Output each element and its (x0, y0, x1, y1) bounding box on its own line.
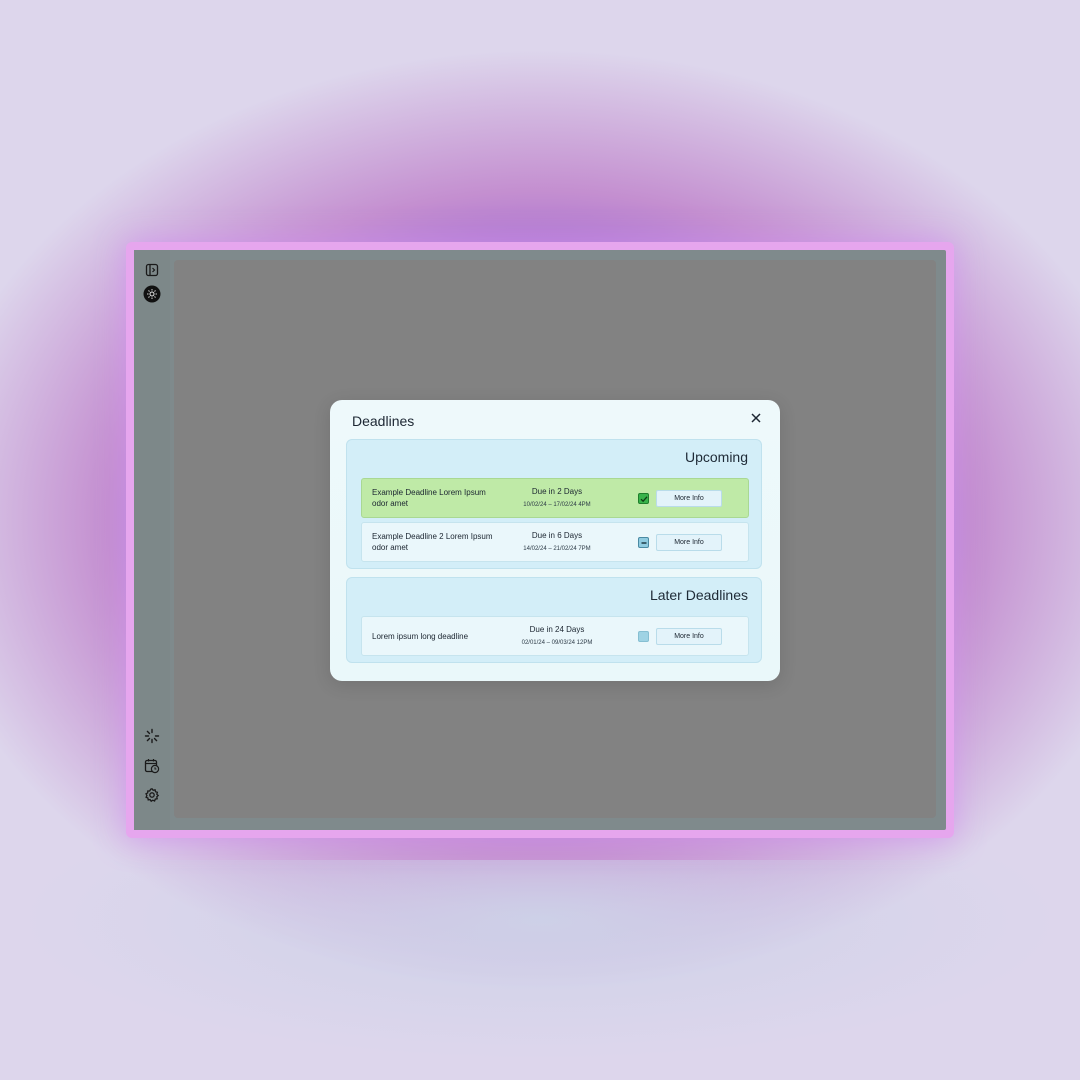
sun-icon[interactable] (143, 285, 161, 303)
more-info-button[interactable]: More Info (656, 534, 722, 551)
deadline-checkbox[interactable] (638, 631, 649, 642)
deadline-due: Due in 2 Days (531, 487, 583, 496)
section-title-later: Later Deadlines (649, 587, 748, 603)
more-info-button[interactable]: More Info (656, 628, 722, 645)
deadline-date-range: 02/01/24 – 09/03/24 12PM (521, 640, 593, 646)
modal-title: Deadlines (352, 413, 415, 429)
deadline-due: Due in 24 Days (529, 625, 585, 634)
deadline-row: Example Deadline Lorem Ipsum odor amet D… (361, 478, 749, 518)
close-icon (751, 413, 761, 423)
background-glow (0, 860, 1080, 1080)
check-icon (640, 495, 647, 502)
deadline-row: Lorem ipsum long deadline Due in 24 Days… (361, 616, 749, 656)
deadline-name: Example Deadline 2 Lorem Ipsum odor amet (372, 532, 493, 552)
calendar-clock-icon[interactable] (143, 757, 161, 775)
upcoming-section: Upcoming Example Deadline Lorem Ipsum od… (346, 439, 762, 569)
deadline-date-range: 14/02/24 – 21/02/24 7PM (523, 546, 591, 552)
gear-icon[interactable] (143, 786, 161, 804)
deadline-checkbox[interactable] (638, 493, 649, 504)
deadline-checkbox[interactable] (638, 537, 649, 548)
deadline-due: Due in 6 Days (531, 531, 583, 540)
deadline-date-range: 10/02/24 – 17/02/24 4PM (523, 502, 591, 508)
close-button[interactable] (748, 410, 764, 426)
section-title-upcoming: Upcoming (684, 449, 748, 465)
sidebar-toggle-icon[interactable] (143, 261, 161, 279)
later-deadlines-section: Later Deadlines Lorem ipsum long deadlin… (346, 577, 762, 663)
deadline-name: Example Deadline Lorem Ipsum odor amet (372, 488, 486, 508)
deadline-row: Example Deadline 2 Lorem Ipsum odor amet… (361, 522, 749, 562)
loading-spinner-icon[interactable] (143, 727, 161, 745)
deadlines-modal: Deadlines Upcoming Example Deadline Lore… (330, 400, 780, 681)
more-info-button[interactable]: More Info (656, 490, 722, 507)
deadline-name: Lorem ipsum long deadline (372, 632, 469, 641)
minus-icon (641, 541, 646, 544)
sidebar (134, 250, 170, 830)
